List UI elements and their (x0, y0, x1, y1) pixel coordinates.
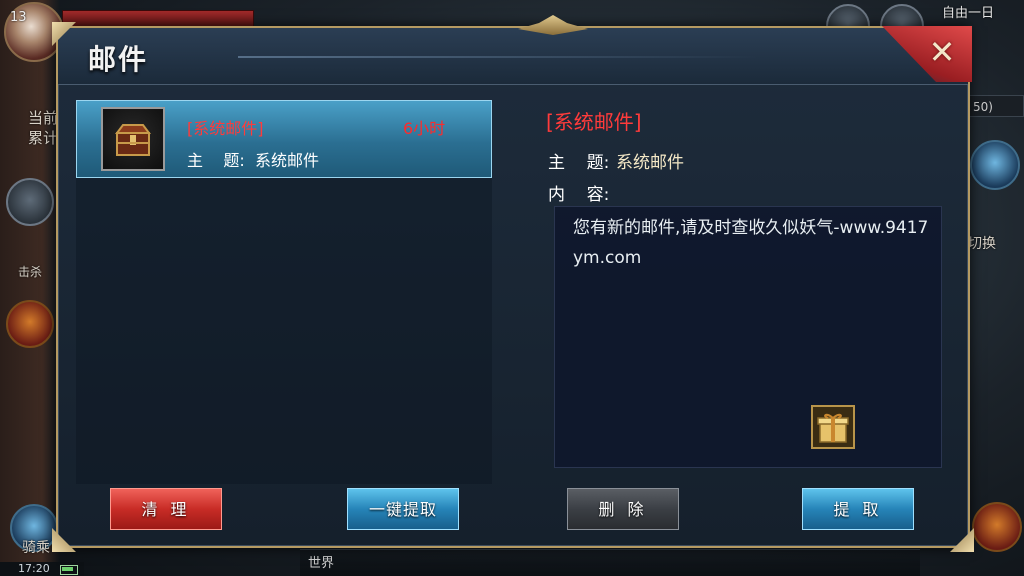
treasure-chest-icon (115, 124, 151, 156)
detail-subject-label: 主 题: (548, 153, 610, 173)
dialog-title: 邮件 (88, 43, 149, 76)
hud-total-label: 累计 (28, 129, 59, 147)
mail-item-title: [系统邮件] (187, 119, 264, 138)
attack-icon[interactable] (972, 502, 1022, 552)
detail-content-text: 您有新的邮件,请及时查收久似妖气-www.9417ym.com (573, 218, 929, 268)
mount-label: 骑乘 (22, 540, 50, 556)
switch-label: 切换 (968, 236, 996, 252)
shield-emblem-icon[interactable] (6, 300, 54, 348)
clean-button[interactable]: 清 理 (110, 488, 222, 530)
wolf-emblem-icon[interactable] (6, 178, 54, 226)
mail-item-subject: 系统邮件 (255, 151, 320, 170)
header-divider (238, 56, 758, 58)
close-icon[interactable]: ✕ (920, 30, 964, 74)
hud-kill-label: 击杀 (18, 265, 43, 279)
gift-box-icon (817, 413, 849, 443)
player-level: 13 (10, 10, 27, 25)
hud-current-label: 当前 (28, 109, 59, 127)
detail-content-label: 内 容: (548, 185, 610, 205)
detail-title: [系统邮件] (546, 110, 642, 134)
clock-text: 17:20 (18, 562, 50, 575)
skill-icon[interactable] (970, 140, 1020, 190)
detail-content-box: 您有新的邮件,请及时查收久似妖气-www.9417ym.com (554, 206, 942, 468)
corner-ornament-icon (52, 528, 76, 552)
attachment-slot[interactable] (811, 405, 855, 449)
mail-list-item[interactable]: [系统邮件] 6小时 主 题: 系统邮件 (76, 100, 492, 178)
mail-item-subject-label: 主 题: (187, 151, 245, 170)
dialog-header: 邮件 (58, 28, 968, 85)
mail-list: [系统邮件] 6小时 主 题: 系统邮件 (76, 100, 492, 484)
chat-channel-world[interactable]: 世界 (308, 552, 334, 571)
mail-item-time: 6小时 (403, 119, 446, 138)
collect-button[interactable]: 提 取 (802, 488, 914, 530)
hud-top-right-text: 自由一日 (941, 6, 994, 21)
mail-item-thumbnail (101, 107, 165, 171)
hud-left-panel (0, 0, 60, 576)
status-bar: 17:20 (0, 562, 84, 576)
collect-all-button[interactable]: 一键提取 (347, 488, 459, 530)
chat-bar[interactable]: 世界 (300, 549, 920, 576)
hud-right-counter: 50) (966, 95, 1024, 117)
mail-detail: [系统邮件] 主 题: 系统邮件 内 容: 您有新的邮件,请及时查收久似妖气-w… (528, 100, 958, 490)
delete-button[interactable]: 删 除 (567, 488, 679, 530)
mail-dialog: 邮件 ✕ [系统邮件] 6小时 主 题: 系统邮件 [系统邮件] 主 题: 系统… (52, 15, 970, 548)
battery-icon (60, 565, 78, 575)
detail-subject: 系统邮件 (616, 153, 684, 173)
corner-ornament-icon (950, 528, 974, 552)
